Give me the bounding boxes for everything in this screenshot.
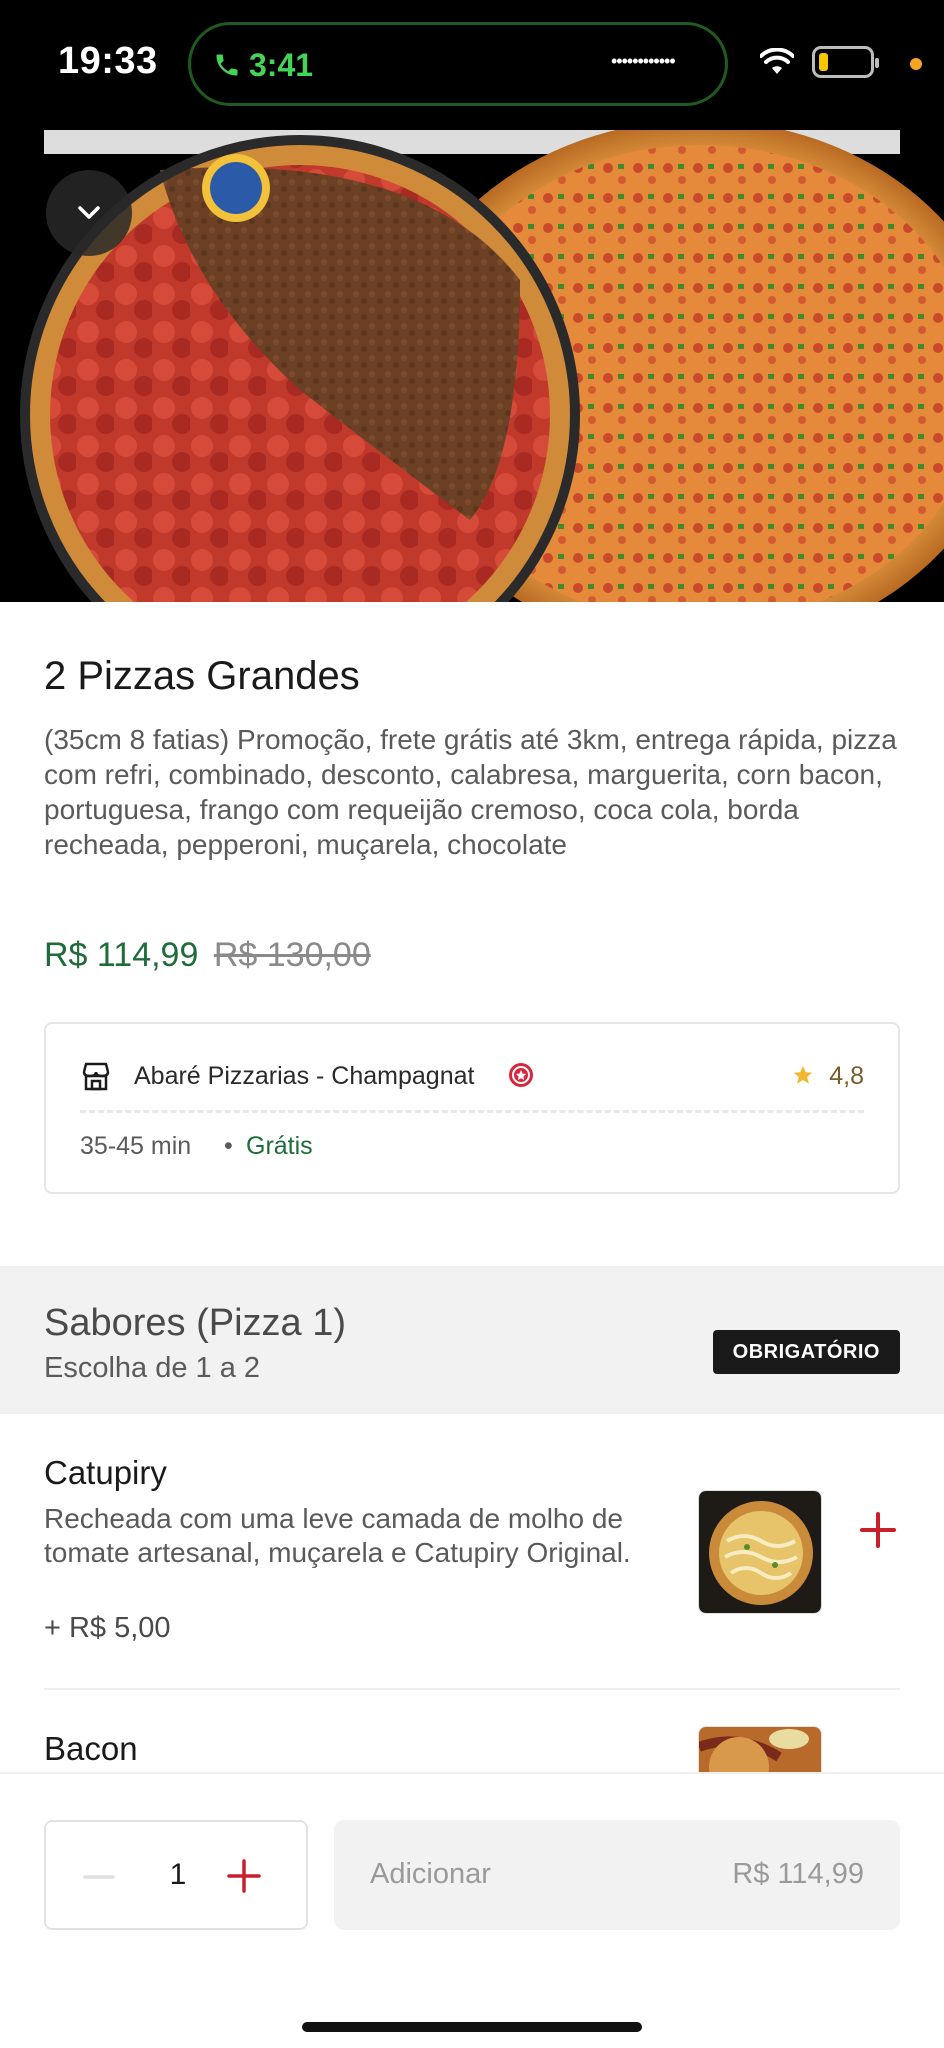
quantity-value: 1: [169, 1858, 187, 1891]
option-thumbnail: [698, 1490, 822, 1614]
option-name: Catupiry: [44, 1454, 167, 1491]
add-option-icon[interactable]: [858, 1510, 898, 1550]
add-to-cart-button[interactable]: Adicionar R$ 114,99: [334, 1820, 900, 1930]
option-item-catupiry[interactable]: Catupiry Recheada com uma leve camada de…: [0, 1414, 944, 1690]
section-title: Sabores (Pizza 1): [44, 1302, 347, 1344]
home-indicator[interactable]: [302, 2022, 642, 2032]
add-button-label: Adicionar: [370, 1858, 491, 1890]
call-duration: 3:41: [249, 47, 314, 83]
delivery-fee: Grátis: [246, 1132, 313, 1160]
chevron-down-icon: [78, 206, 100, 219]
store-icon: [82, 1062, 110, 1091]
store-name: Abaré Pizzarias - Champagnat: [134, 1062, 475, 1090]
quantity-stepper: 1: [44, 1820, 308, 1930]
delivery-time: 35-45 min: [80, 1132, 192, 1160]
options-section-header: Sabores (Pizza 1) Escolha de 1 a 2 OBRIG…: [0, 1266, 944, 1414]
add-button-price: R$ 114,99: [732, 1858, 864, 1890]
store-card[interactable]: Abaré Pizzarias - Champagnat 4,8 35-45 m…: [44, 1022, 900, 1194]
option-item-bacon[interactable]: Bacon: [0, 1690, 944, 1772]
star-icon: [793, 1065, 813, 1084]
status-bar: 19:33 3:41 ••••••••••••: [0, 0, 944, 130]
product-description: (35cm 8 fatias) Promoção, frete grátis a…: [44, 724, 897, 860]
wifi-icon: [760, 48, 794, 74]
option-price: + R$ 5,00: [44, 1612, 171, 1644]
price-original: R$ 130,00: [213, 936, 371, 974]
card-divider: [80, 1110, 864, 1113]
store-rating: 4,8: [829, 1062, 864, 1090]
collapse-button[interactable]: [46, 170, 132, 256]
pizza-photo: [20, 130, 944, 602]
phone-icon: [216, 54, 238, 76]
active-call-pill[interactable]: 3:41 ••••••••••••: [188, 22, 728, 106]
signal-dots: ••••••••••••: [611, 51, 676, 71]
product-hero: [0, 130, 944, 602]
delivery-separator: •: [224, 1132, 233, 1160]
option-thumbnail: [698, 1726, 822, 1772]
privacy-indicator-dot: [910, 58, 922, 70]
plus-icon[interactable]: [226, 1858, 262, 1894]
option-name: Bacon: [44, 1730, 138, 1767]
required-badge: OBRIGATÓRIO: [712, 1330, 900, 1374]
battery-icon: [812, 46, 879, 78]
product-title: 2 Pizzas Grandes: [44, 654, 360, 698]
section-subtitle: Escolha de 1 a 2: [44, 1352, 261, 1384]
status-time: 19:33: [58, 40, 158, 82]
price-row: R$ 114,99 R$ 130,00: [44, 936, 371, 975]
super-restaurant-badge-icon: [509, 1063, 533, 1087]
price-current: R$ 114,99: [44, 936, 199, 974]
option-description: Recheada com uma leve camada de molho de…: [44, 1503, 631, 1568]
bottom-action-bar: 1 Adicionar R$ 114,99: [0, 1772, 944, 2048]
minus-icon[interactable]: [82, 1864, 116, 1890]
